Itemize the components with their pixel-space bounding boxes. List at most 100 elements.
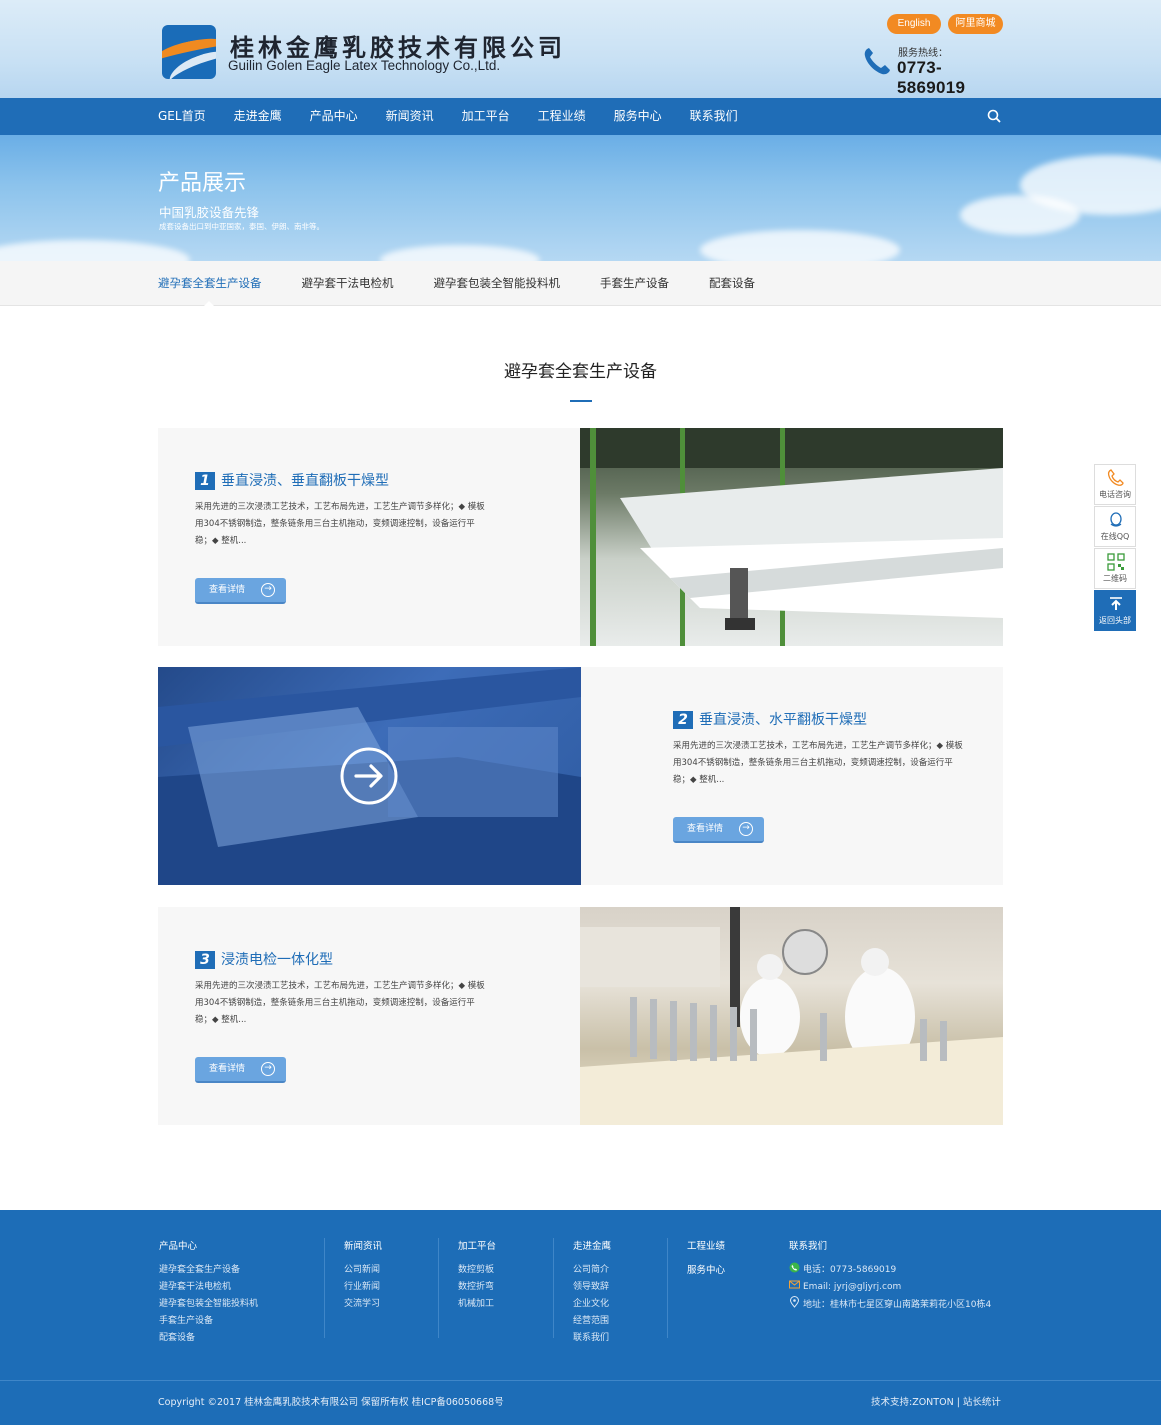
footer-link[interactable]: 联系我们 (573, 1330, 611, 1347)
tab-full-production[interactable]: 避孕套全套生产设备 (158, 261, 262, 307)
tab-accessories[interactable]: 配套设备 (709, 261, 755, 306)
site-footer: 产品中心 避孕套全套生产设备 避孕套干法电检机 避孕套包装全智能投料机 手套生产… (0, 1210, 1161, 1425)
footer-link[interactable]: 数控剪板 (458, 1262, 496, 1279)
product-card-3: 3 浸渍电检一体化型 采用先进的三次浸渍工艺技术，工艺布局先进，工艺生产调节多样化… (158, 907, 1003, 1125)
view-details-button[interactable]: 查看详情 → (195, 1057, 286, 1083)
view-details-label: 查看详情 (687, 824, 724, 834)
footer-link[interactable]: 避孕套干法电检机 (159, 1279, 258, 1296)
product-title-text: 垂直浸渍、水平翻板干燥型 (699, 712, 867, 728)
phone-icon (864, 48, 890, 75)
footer-link[interactable]: 避孕套全套生产设备 (159, 1262, 258, 1279)
footer-col-contact: 联系我们 电话：0773-5869019 Email: jyrj@gljyrj.… (789, 1238, 991, 1314)
section-title: 避孕套全套生产设备 (504, 362, 657, 382)
product-card-2: 2 垂直浸渍、水平翻板干燥型 采用先进的三次浸渍工艺技术，工艺布局先进，工艺生产调… (158, 667, 1003, 885)
footer-link[interactable]: 领导致辞 (573, 1279, 611, 1296)
footer-link[interactable]: 避孕套包装全智能投料机 (159, 1296, 258, 1313)
product-title-text: 垂直浸渍、垂直翻板干燥型 (221, 473, 389, 489)
footer-heading[interactable]: 工程业绩 (687, 1238, 725, 1252)
footer-divider (324, 1238, 325, 1338)
footer-divider (667, 1238, 668, 1338)
product-photo-3[interactable] (580, 907, 1003, 1125)
footer-col-products: 产品中心 避孕套全套生产设备 避孕套干法电检机 避孕套包装全智能投料机 手套生产… (159, 1238, 258, 1347)
alibaba-store-button[interactable]: 阿里商城 (948, 14, 1003, 34)
product-title[interactable]: 1 垂直浸渍、垂直翻板干燥型 (195, 470, 389, 490)
nav-item-home[interactable]: GEL首页 (158, 98, 206, 135)
product-description: 采用先进的三次浸渍工艺技术，工艺布局先进，工艺生产调节多样化；◆ 模板用304不… (673, 741, 963, 785)
footer-link[interactable]: 交流学习 (344, 1296, 382, 1313)
qq-icon (1110, 512, 1122, 527)
footer-bottom-bar: Copyright ©2017 桂林金鹰乳胶技术有限公司 保留所有权 桂ICP备… (0, 1380, 1161, 1425)
footer-col-processing: 加工平台 数控剪板 数控折弯 机械加工 (458, 1238, 496, 1313)
product-photo-1[interactable] (580, 428, 1003, 646)
footer-divider (438, 1238, 439, 1338)
footer-email[interactable]: Email: jyrj@gljyrj.com (789, 1279, 991, 1296)
tab-dry-tester[interactable]: 避孕套干法电检机 (302, 261, 394, 306)
product-number-badge: 2 (673, 711, 693, 729)
nav-item-projects[interactable]: 工程业绩 (538, 98, 586, 135)
arrow-up-icon (1110, 597, 1122, 610)
footer-phone: 电话：0773-5869019 (789, 1262, 991, 1279)
tab-glove-equipment[interactable]: 手套生产设备 (600, 261, 669, 306)
footer-link[interactable]: 数控折弯 (458, 1279, 496, 1296)
qrcode-button[interactable]: 二维码 (1094, 548, 1136, 589)
product-title[interactable]: 2 垂直浸渍、水平翻板干燥型 (673, 709, 867, 729)
footer-link[interactable]: 手套生产设备 (159, 1313, 258, 1330)
nav-item-service[interactable]: 服务中心 (614, 98, 662, 135)
tech-support-links[interactable]: 技术支持:ZONTON | 站长统计 (871, 1394, 1001, 1408)
online-qq-button[interactable]: 在线QQ (1094, 506, 1136, 547)
footer-heading[interactable]: 走进金鹰 (573, 1238, 611, 1252)
copyright-text: Copyright ©2017 桂林金鹰乳胶技术有限公司 保留所有权 桂ICP备… (158, 1397, 504, 1408)
category-tabs: 避孕套全套生产设备 避孕套干法电检机 避孕套包装全智能投料机 手套生产设备 配套… (0, 261, 1161, 307)
nav-item-contact[interactable]: 联系我们 (690, 98, 738, 135)
banner-description: 成套设备出口到中亚国家，泰国、伊朗、南非等。 (159, 222, 324, 231)
footer-col-about: 走进金鹰 公司简介 领导致辞 企业文化 经营范围 联系我们 (573, 1238, 611, 1347)
nav-item-products[interactable]: 产品中心 (310, 98, 358, 135)
phone-consult-label: 电话咨询 (1099, 490, 1131, 499)
footer-link[interactable]: 行业新闻 (344, 1279, 382, 1296)
product-title-text: 浸渍电检一体化型 (221, 952, 333, 968)
product-title[interactable]: 3 浸渍电检一体化型 (195, 949, 333, 969)
floating-side-bar: 电话咨询 在线QQ 二维码 返回头部 (1094, 464, 1136, 632)
footer-link[interactable]: 公司简介 (573, 1262, 611, 1279)
footer-link[interactable]: 公司新闻 (344, 1262, 382, 1279)
online-qq-label: 在线QQ (1100, 532, 1130, 541)
qrcode-icon (1107, 553, 1125, 571)
tab-packaging-feeder[interactable]: 避孕套包装全智能投料机 (434, 261, 561, 306)
footer-divider (553, 1238, 554, 1338)
phone-consult-button[interactable]: 电话咨询 (1094, 464, 1136, 505)
footer-link[interactable]: 经营范围 (573, 1313, 611, 1330)
nav-item-about[interactable]: 走进金鹰 (234, 98, 282, 135)
qrcode-label: 二维码 (1103, 574, 1127, 583)
footer-col-projects: 工程业绩 服务中心 (687, 1238, 725, 1286)
search-icon[interactable] (987, 109, 1001, 123)
mail-icon (789, 1280, 800, 1289)
nav-item-processing[interactable]: 加工平台 (462, 98, 510, 135)
view-details-button[interactable]: 查看详情 → (673, 817, 764, 843)
footer-col-news: 新闻资讯 公司新闻 行业新闻 交流学习 (344, 1238, 382, 1313)
footer-email-text: Email: jyrj@gljyrj.com (803, 1282, 902, 1292)
nav-item-news[interactable]: 新闻资讯 (386, 98, 434, 135)
product-description: 采用先进的三次浸渍工艺技术，工艺布局先进，工艺生产调节多样化；◆ 模板用304不… (195, 981, 485, 1025)
page-banner: 产品展示 中国乳胶设备先锋 成套设备出口到中亚国家，泰国、伊朗、南非等。 (0, 135, 1161, 261)
footer-phone-text: 电话：0773-5869019 (803, 1265, 897, 1275)
footer-heading[interactable]: 产品中心 (159, 1238, 258, 1252)
product-photo-2[interactable] (158, 667, 581, 885)
company-logo[interactable] (162, 25, 216, 79)
main-nav: GEL首页 走进金鹰 产品中心 新闻资讯 加工平台 工程业绩 服务中心 联系我们 (0, 98, 1161, 135)
back-to-top-button[interactable]: 返回头部 (1094, 590, 1136, 631)
footer-link[interactable]: 企业文化 (573, 1296, 611, 1313)
product-number-badge: 1 (195, 472, 215, 490)
phone-icon (1107, 469, 1124, 486)
footer-heading[interactable]: 服务中心 (687, 1262, 725, 1276)
footer-address-text: 地址：桂林市七星区穿山南路茉莉花小区10栋4 (803, 1300, 992, 1310)
footer-heading[interactable]: 联系我们 (789, 1238, 991, 1252)
footer-heading[interactable]: 加工平台 (458, 1238, 496, 1252)
arrow-right-icon: → (739, 822, 753, 836)
footer-heading[interactable]: 新闻资讯 (344, 1238, 382, 1252)
brand-name-en: Guilin Golen Eagle Latex Technology Co.,… (228, 58, 501, 73)
english-button[interactable]: English (887, 14, 941, 34)
footer-link[interactable]: 机械加工 (458, 1296, 496, 1313)
view-details-button[interactable]: 查看详情 → (195, 578, 286, 604)
footer-link[interactable]: 配套设备 (159, 1330, 258, 1347)
banner-title: 产品展示 (158, 171, 247, 196)
